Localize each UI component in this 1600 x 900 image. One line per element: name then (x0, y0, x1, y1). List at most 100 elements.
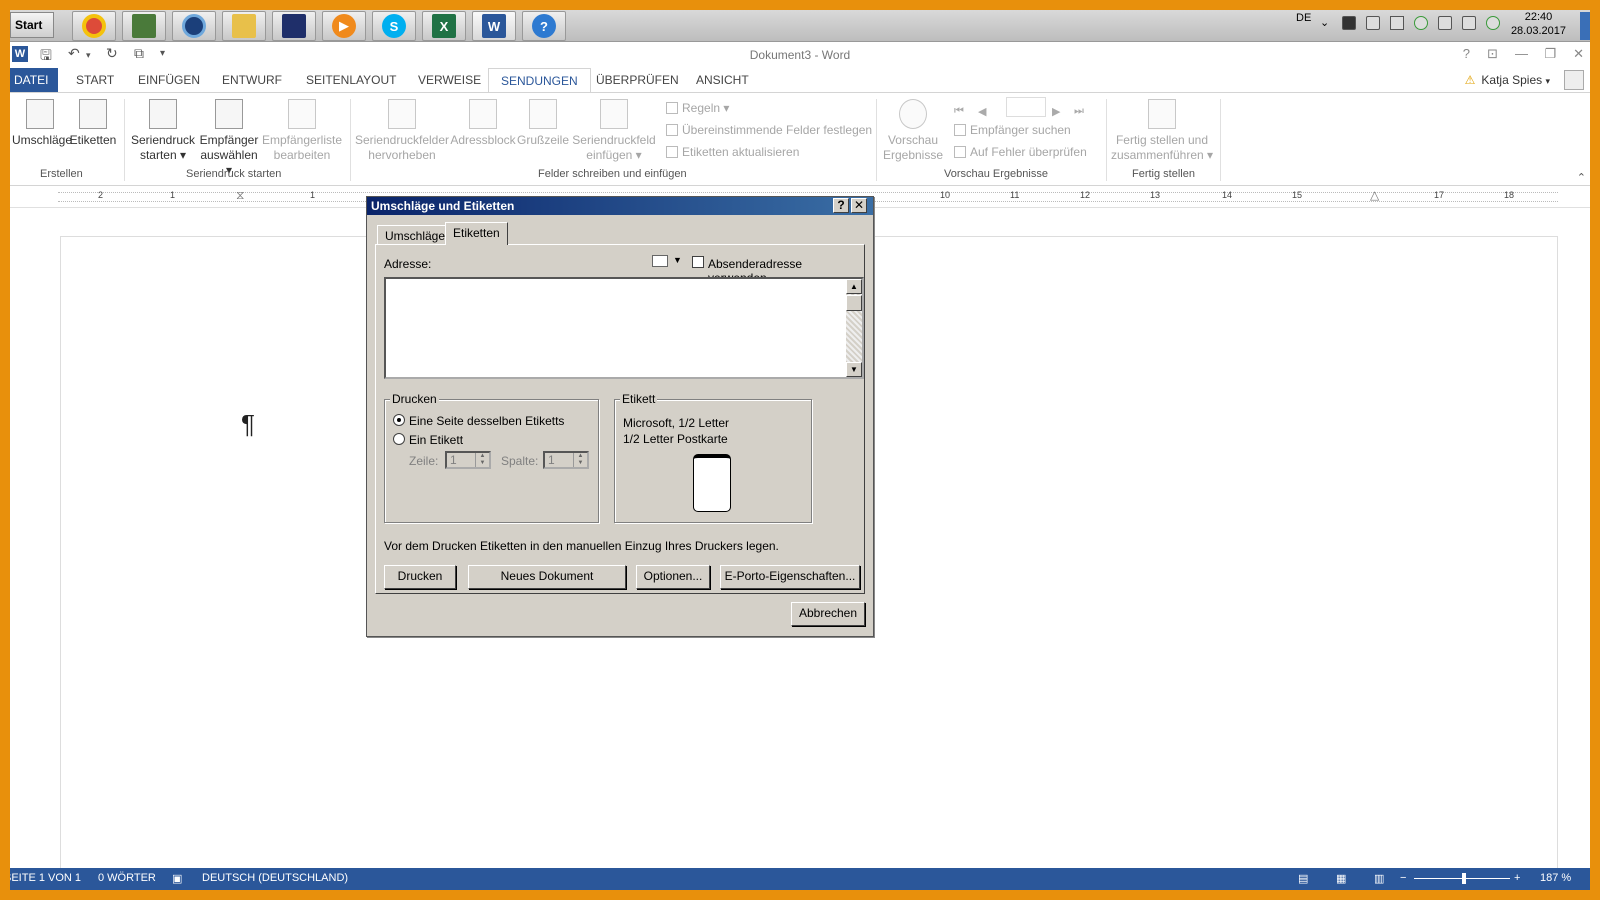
stepper-arrows-icon[interactable]: ▲ ▼ (573, 453, 587, 467)
print-layout-icon[interactable]: ▦ (1336, 872, 1346, 885)
label-group[interactable]: Etikett Microsoft, 1/2 Letter 1/2 Letter… (614, 392, 812, 523)
tab-ueberpruefen[interactable]: ÜBERPRÜFEN (596, 73, 679, 87)
labels-button[interactable]: Etiketten (68, 99, 118, 148)
page-count[interactable]: SEITE 1 VON 1 (10, 872, 81, 884)
computer-icon[interactable] (122, 11, 166, 41)
show-desktop-button[interactable] (1580, 12, 1590, 40)
tab-sendungen[interactable]: SENDUNGEN (488, 68, 591, 94)
address-book-icon[interactable] (652, 255, 668, 267)
cancel-button[interactable]: Abbrechen (791, 602, 865, 626)
camera-icon[interactable] (172, 11, 216, 41)
ribbon-display-icon[interactable]: ⊡ (1487, 46, 1498, 62)
highlight-fields-button[interactable]: Seriendruckfelder hervorheben (354, 99, 450, 163)
row-stepper[interactable]: 1 ▲ ▼ (445, 451, 491, 469)
options-button[interactable]: Optionen... (636, 565, 710, 589)
web-layout-icon[interactable]: ▥ (1374, 872, 1384, 885)
zoom-out-icon[interactable]: − (1400, 872, 1406, 884)
power-icon[interactable] (1438, 16, 1452, 30)
help-icon[interactable]: ? (522, 11, 566, 41)
envelopes-button[interactable]: Umschläge (12, 99, 72, 148)
zoom-in-icon[interactable]: + (1514, 872, 1520, 884)
excel-icon[interactable]: X (422, 11, 466, 41)
single-label-radio[interactable] (393, 433, 405, 445)
clock[interactable]: 22:40 28.03.2017 (1511, 10, 1566, 38)
chrome-icon[interactable] (72, 11, 116, 41)
word-icon[interactable]: W (472, 11, 516, 41)
update-labels-button[interactable]: Etiketten aktualisieren (666, 145, 799, 159)
indent-marker[interactable]: ⧖ (236, 188, 244, 203)
column-label: Spalte: (501, 454, 539, 468)
tab-verweise[interactable]: VERWEISE (418, 73, 481, 87)
speaker-icon[interactable] (1462, 16, 1476, 30)
start-mail-merge-button[interactable]: Seriendruck starten ▾ (128, 99, 198, 163)
security-icon[interactable] (1486, 16, 1500, 30)
book-icon[interactable] (272, 11, 316, 41)
check-errors-button[interactable]: Auf Fehler überprüfen (954, 145, 1087, 159)
language-status[interactable]: DEUTSCH (DEUTSCHLAND) (202, 872, 348, 884)
address-block-button[interactable]: Adressblock (450, 99, 516, 148)
skype-icon[interactable]: S (372, 11, 416, 41)
folder-icon[interactable] (222, 11, 266, 41)
record-number-input[interactable] (1006, 97, 1046, 117)
zoom-slider-thumb[interactable] (1462, 873, 1466, 884)
monitor-icon[interactable] (1342, 16, 1356, 30)
start-button[interactable]: Start (10, 12, 54, 38)
highlight-icon (388, 99, 416, 129)
tab-einfuegen[interactable]: EINFÜGEN (138, 73, 200, 87)
dialog-help-button[interactable]: ? (833, 198, 849, 213)
avatar[interactable] (1564, 70, 1584, 90)
restore-icon[interactable]: ❐ (1544, 46, 1556, 62)
last-record-icon[interactable]: ⏭ (1074, 105, 1084, 118)
signal-icon[interactable] (1366, 16, 1380, 30)
previous-record-icon[interactable]: ◀ (978, 105, 986, 118)
scroll-down-icon[interactable]: ▼ (846, 362, 862, 377)
match-fields-button[interactable]: Übereinstimmende Felder festlegen (666, 123, 872, 137)
address-textarea[interactable]: ▲ ▼ (384, 277, 864, 379)
zoom-level[interactable]: 187 % (1540, 872, 1571, 884)
select-recipients-button[interactable]: Empfänger auswählen ▾ (196, 99, 262, 178)
chevron-down-icon[interactable]: ⌄ (1320, 16, 1329, 29)
tab-seitenlayout[interactable]: SEITENLAYOUT (306, 73, 396, 87)
minimize-icon[interactable]: — (1515, 46, 1528, 61)
collapse-ribbon-icon[interactable]: ⌃ (1577, 171, 1586, 184)
greeting-line-button[interactable]: Grußzeile (516, 99, 570, 148)
first-record-icon[interactable]: ⏮ (954, 105, 964, 118)
finish-merge-button[interactable]: Fertig stellen und zusammenführen ▾ (1110, 99, 1214, 163)
word-count[interactable]: 0 WÖRTER (98, 872, 156, 884)
scroll-up-icon[interactable]: ▲ (846, 279, 862, 294)
flag-icon[interactable] (1390, 16, 1404, 30)
close-icon[interactable]: ✕ (1573, 46, 1584, 62)
address-scrollbar[interactable]: ▲ ▼ (846, 279, 862, 377)
user-account[interactable]: ⚠ Katja Spies ▾ (1465, 73, 1550, 87)
tab-entwurf[interactable]: ENTWURF (222, 73, 282, 87)
edit-recipient-list-button[interactable]: Empfängerliste bearbeiten (260, 99, 344, 163)
chevron-down-icon[interactable]: ▼ (673, 255, 682, 265)
preview-results-button[interactable]: Vorschau Ergebnisse (882, 99, 944, 163)
proofing-icon[interactable]: ▣ (172, 872, 182, 885)
column-stepper[interactable]: 1 ▲ ▼ (543, 451, 589, 469)
print-button[interactable]: Drucken (384, 565, 456, 589)
find-recipient-button[interactable]: Empfänger suchen (954, 123, 1071, 137)
read-mode-icon[interactable]: ▤ (1298, 872, 1308, 885)
right-indent-marker[interactable]: △ (1370, 188, 1379, 202)
language-indicator[interactable]: DE (1296, 12, 1311, 24)
scroll-thumb[interactable] (846, 295, 862, 311)
rules-button[interactable]: Regeln ▾ (666, 101, 729, 115)
next-record-icon[interactable]: ▶ (1052, 105, 1060, 118)
insert-merge-field-button[interactable]: Seriendruckfeld einfügen ▾ (568, 99, 660, 163)
media-player-icon[interactable]: ▶ (322, 11, 366, 41)
full-page-radio[interactable] (393, 414, 405, 426)
tab-start[interactable]: START (76, 73, 114, 87)
new-document-button[interactable]: Neues Dokument (468, 565, 626, 589)
e-postage-properties-button[interactable]: E-Porto-Eigenschaften... (720, 565, 860, 589)
help-icon[interactable]: ? (1463, 46, 1470, 61)
stepper-arrows-icon[interactable]: ▲ ▼ (475, 453, 489, 467)
sender-address-checkbox[interactable] (692, 256, 704, 268)
tab-labels[interactable]: Etiketten (445, 222, 508, 245)
tab-envelopes[interactable]: Umschläge (377, 225, 454, 245)
label-preview[interactable] (693, 454, 731, 512)
tab-datei[interactable]: DATEI (10, 68, 58, 92)
dialog-close-button[interactable]: ✕ (851, 198, 867, 213)
sync-icon[interactable] (1414, 16, 1428, 30)
tab-ansicht[interactable]: ANSICHT (696, 73, 749, 87)
